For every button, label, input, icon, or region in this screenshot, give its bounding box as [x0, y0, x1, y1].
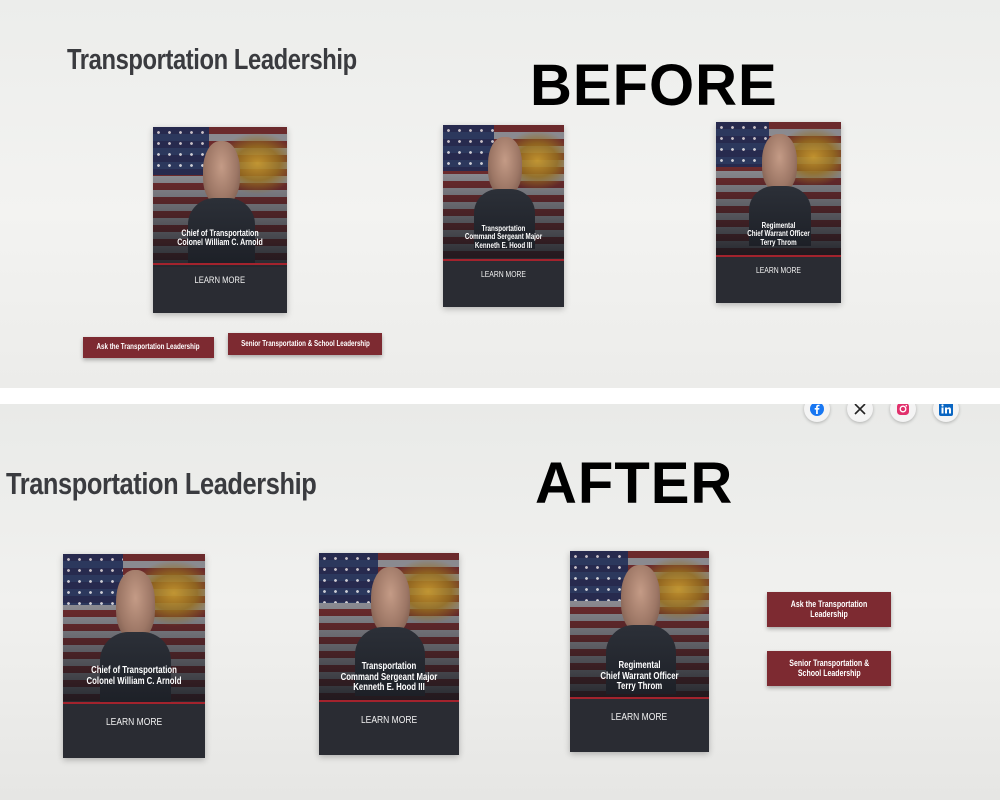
- panel-divider: [0, 388, 1000, 404]
- leader-name: Transportation Command Sergeant Major Kenn…: [464, 224, 543, 250]
- leader-card-csm[interactable]: Transportation Command Sergeant Major Kenn…: [443, 125, 564, 307]
- learn-more-link[interactable]: LEARN MORE: [716, 266, 841, 275]
- leader-card-csm[interactable]: Transportation Command Sergeant Major Kenn…: [319, 553, 459, 755]
- card-divider: [63, 702, 205, 704]
- instagram-icon[interactable]: [890, 404, 916, 422]
- ask-leadership-button[interactable]: Ask the Transportation Leadership: [767, 592, 891, 627]
- facebook-icon[interactable]: [804, 404, 830, 422]
- before-panel: Transportation Leadership BEFORE Chief o…: [0, 0, 1000, 388]
- senior-leadership-button[interactable]: Senior Transportation & School Leadershi…: [228, 333, 382, 355]
- card-divider: [153, 263, 287, 265]
- ask-leadership-button[interactable]: Ask the Transportation Leadership: [83, 337, 214, 358]
- page-title: Transportation Leadership: [6, 466, 317, 501]
- leader-card-cwo[interactable]: Regimental Chief Warrant Officer Terry Thr…: [570, 551, 709, 752]
- leader-name: Regimental Chief Warrant Officer Terry Thr…: [747, 221, 810, 247]
- card-divider: [319, 700, 459, 702]
- leader-name: Chief of Transportation Colonel William C…: [86, 665, 182, 687]
- leader-name: Chief of Transportation Colonel William C…: [177, 228, 263, 248]
- leader-card-chief[interactable]: Chief of Transportation Colonel William C…: [153, 127, 287, 313]
- learn-more-link[interactable]: LEARN MORE: [443, 270, 564, 279]
- after-label: AFTER: [535, 451, 734, 516]
- x-icon[interactable]: [847, 404, 873, 422]
- leader-card-chief[interactable]: Chief of Transportation Colonel William C…: [63, 554, 205, 758]
- linkedin-icon[interactable]: [933, 404, 959, 422]
- learn-more-link[interactable]: LEARN MORE: [63, 717, 205, 728]
- after-panel: Transportation Leadership AFTER Chief of…: [0, 404, 1000, 800]
- portrait: [748, 134, 811, 246]
- learn-more-link[interactable]: LEARN MORE: [570, 712, 709, 723]
- senior-leadership-button[interactable]: Senior Transportation & School Leadership: [767, 651, 891, 686]
- card-divider: [570, 697, 709, 699]
- leader-name: Regimental Chief Warrant Officer Terry Thr…: [600, 660, 679, 692]
- portrait: [474, 137, 535, 249]
- card-divider: [443, 259, 564, 261]
- learn-more-link[interactable]: LEARN MORE: [319, 715, 459, 726]
- leader-name: Transportation Command Sergeant Major Kenn…: [340, 661, 438, 693]
- page-title: Transportation Leadership: [67, 44, 357, 76]
- card-divider: [716, 255, 841, 257]
- learn-more-link[interactable]: LEARN MORE: [153, 275, 287, 285]
- leader-card-cwo[interactable]: Regimental Chief Warrant Officer Terry Thr…: [716, 122, 841, 303]
- before-label: BEFORE: [530, 53, 778, 118]
